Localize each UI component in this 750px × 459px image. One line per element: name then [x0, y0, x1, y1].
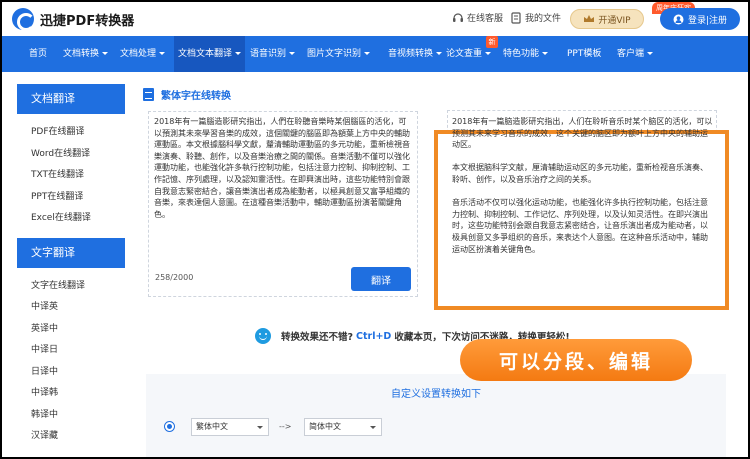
- nav-ocr[interactable]: 图片文字识别: [307, 36, 371, 72]
- nav-doc-process[interactable]: 文档处理: [120, 36, 166, 72]
- nav-ocr-label: 图片文字识别: [307, 49, 362, 59]
- nav-doc-translate[interactable]: 文档文本翻译: [174, 36, 246, 72]
- tip-text-before: 转换效果还不错?: [281, 332, 354, 343]
- nav-speech[interactable]: 语音识别: [250, 36, 296, 72]
- conversion-radio[interactable]: [164, 421, 175, 432]
- nav-speech-label: 语音识别: [250, 49, 287, 59]
- sidebar-item-zh-ko[interactable]: 中译韩: [17, 383, 125, 405]
- from-language-select[interactable]: 繁体中文: [191, 418, 269, 436]
- nav-doc-convert[interactable]: 文档转换: [63, 36, 109, 72]
- chevron-down-icon: [436, 52, 443, 55]
- char-counter: 258/2000: [155, 273, 194, 282]
- nav-client-label: 客户端: [617, 49, 645, 59]
- nav-doc-process-label: 文档处理: [120, 49, 157, 59]
- sidebar-item-pdf-translate[interactable]: PDF在线翻译: [17, 122, 125, 144]
- my-files-label: 我的文件: [525, 14, 562, 24]
- chevron-down-icon: [370, 426, 376, 429]
- sidebar-item-text-translate[interactable]: 文字在线翻译: [17, 276, 125, 298]
- sidebar-item-ppt-translate[interactable]: PPT在线翻译: [17, 187, 125, 209]
- chevron-down-icon: [485, 52, 492, 55]
- nav-client[interactable]: 客户端: [617, 36, 654, 72]
- nav-plagiarism[interactable]: 论文查重: [446, 36, 492, 72]
- vip-button[interactable]: 开通VIP: [570, 9, 644, 29]
- nav-features[interactable]: 特色功能: [503, 36, 549, 72]
- login-label: 登录|注册: [687, 15, 728, 26]
- sidebar-heading-doc-translate: 文档翻译: [17, 84, 125, 114]
- file-icon: [511, 11, 521, 24]
- new-badge: 新: [486, 36, 498, 48]
- settings-title: 自定义设置转换如下: [391, 389, 481, 400]
- main-nav: 首页 文档转换 文档处理 文档文本翻译 语音识别 图片文字识别 音视频转换 论文…: [0, 36, 750, 72]
- nav-features-label: 特色功能: [503, 49, 540, 59]
- my-files-link[interactable]: 我的文件: [510, 11, 561, 24]
- sidebar-item-word-translate[interactable]: Word在线翻译: [17, 144, 125, 166]
- sidebar-item-txt-translate[interactable]: TXT在线翻译: [17, 165, 125, 187]
- source-text: 2018年有一篇腦造影研究指出，人們在聆聽音樂時某個腦區的活化，可以預測其未來學…: [154, 116, 414, 232]
- headset-icon: [453, 12, 463, 22]
- sidebar: 文档翻译 PDF在线翻译 Word在线翻译 TXT在线翻译 PPT在线翻译 Ex…: [17, 84, 125, 448]
- crown-icon: [584, 15, 595, 22]
- sidebar-heading-text-translate: 文字翻译: [17, 237, 125, 268]
- logo[interactable]: 迅捷PDF转换器: [12, 8, 135, 31]
- chevron-down-icon: [364, 52, 371, 55]
- login-button[interactable]: 登录|注册: [660, 8, 740, 30]
- to-language-select[interactable]: 简体中文: [304, 418, 382, 436]
- section-title: 繁体字在线转换: [143, 87, 231, 102]
- source-paragraph: 2018年有一篇腦造影研究指出，人們在聆聽音樂時某個腦區的活化，可以預測其未來學…: [154, 117, 410, 219]
- customer-service-link[interactable]: 在线客服: [452, 11, 503, 24]
- sidebar-item-zh-bo[interactable]: 汉译藏: [17, 426, 125, 448]
- sidebar-item-zh-en[interactable]: 中译英: [17, 297, 125, 319]
- direction-arrow: -->: [279, 422, 292, 431]
- tip-shortcut: Ctrl+D: [356, 330, 392, 342]
- chevron-down-icon: [102, 52, 109, 55]
- chevron-down-icon: [289, 52, 296, 55]
- chevron-down-icon: [159, 52, 166, 55]
- output-paragraph: 2018年有一篇脑造影研究指出，人们在聆听音乐时某个脑区的活化，可以预测其未来学…: [452, 117, 713, 150]
- sidebar-item-ja-zh[interactable]: 日译中: [17, 362, 125, 384]
- chevron-down-icon: [542, 52, 549, 55]
- nav-ppt[interactable]: PPT模板: [567, 36, 601, 72]
- customer-service-label: 在线客服: [467, 14, 504, 24]
- output-paragraph: 本文根据脑科学文献，厘清辅助运动区的多元功能，重新检视音乐演奏、聆听、创作，以及…: [452, 163, 708, 184]
- chevron-down-icon: [257, 426, 263, 429]
- sidebar-item-excel-translate[interactable]: Excel在线翻译: [17, 208, 125, 230]
- from-language-value: 繁体中文: [196, 422, 228, 431]
- output-text: 2018年有一篇脑造影研究指出，人们在聆听音乐时某个脑区的活化，可以预测其未来学…: [452, 116, 714, 267]
- sidebar-item-zh-ja[interactable]: 中译日: [17, 340, 125, 362]
- nav-av[interactable]: 音视频转换: [388, 36, 443, 72]
- promo-overlay-label: 可以分段、编辑: [460, 339, 692, 381]
- smile-icon: [255, 328, 271, 344]
- sidebar-item-en-zh[interactable]: 英译中: [17, 319, 125, 341]
- vip-label: 开通VIP: [598, 15, 631, 26]
- nav-doc-translate-label: 文档文本翻译: [178, 49, 233, 59]
- nav-av-label: 音视频转换: [388, 49, 434, 59]
- logo-icon: [12, 8, 35, 31]
- top-header: 迅捷PDF转换器 在线客服 我的文件 开通VIP 周年庆狂欢 登录|注册: [0, 0, 750, 36]
- nav-doc-convert-label: 文档转换: [63, 49, 100, 59]
- to-language-value: 简体中文: [309, 422, 341, 431]
- translate-button[interactable]: 翻译: [351, 267, 411, 291]
- page-title: 繁体字在线转换: [161, 91, 231, 102]
- output-paragraph: 音乐活动不仅可以强化运动功能，也能强化许多执行控制功能，包括注意力控制、抑制控制…: [452, 198, 708, 254]
- chevron-down-icon: [235, 52, 242, 55]
- document-icon: [143, 88, 154, 101]
- chevron-down-icon: [647, 52, 654, 55]
- nav-plagiarism-label: 论文查重: [446, 49, 483, 59]
- user-icon: [673, 14, 684, 24]
- logo-text: 迅捷PDF转换器: [40, 13, 135, 29]
- sidebar-item-ko-zh[interactable]: 韩译中: [17, 405, 125, 427]
- nav-home[interactable]: 首页: [29, 36, 47, 72]
